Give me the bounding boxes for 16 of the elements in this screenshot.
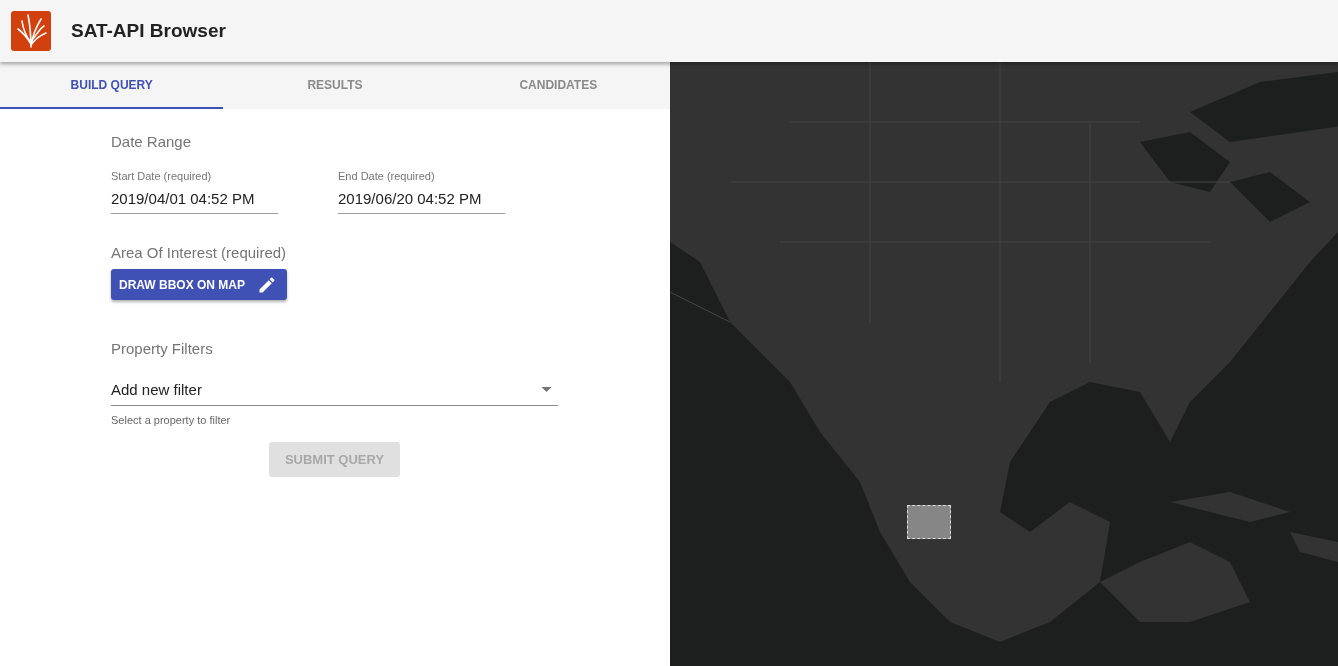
draw-bbox-button[interactable]: DRAW BBOX ON MAP bbox=[111, 269, 287, 300]
section-heading: Area Of Interest (required) bbox=[111, 244, 287, 261]
filter-select[interactable]: Add new filter bbox=[111, 377, 558, 406]
logo-icon bbox=[11, 11, 51, 51]
date-field[interactable]: 2019/04/01 04:52 PM bbox=[111, 190, 278, 214]
section-heading: Property Filters bbox=[111, 340, 213, 357]
tab[interactable]: BUILD QUERY bbox=[0, 62, 224, 109]
helper-text: Select a property to filter bbox=[111, 414, 231, 426]
field-label: End Date (required) bbox=[338, 170, 435, 182]
app-title: SAT-API Browser bbox=[71, 20, 226, 42]
field-label: Start Date (required) bbox=[111, 170, 212, 182]
date-field[interactable]: 2019/06/20 04:52 PM bbox=[338, 190, 505, 214]
section-heading: Date Range bbox=[111, 133, 192, 150]
pencil-icon bbox=[257, 274, 277, 295]
selection-rectangle bbox=[907, 505, 951, 539]
caret-icon bbox=[541, 387, 552, 392]
